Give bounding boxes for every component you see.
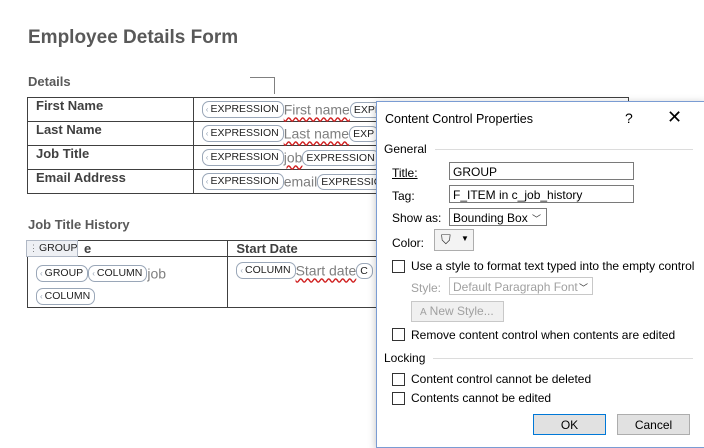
chevron-down-icon[interactable]: ﹀ <box>532 212 541 225</box>
tag-label: Tag: <box>392 189 415 203</box>
group-title-tag[interactable]: ⋮GROUP <box>26 240 78 257</box>
remove-control-checkbox[interactable] <box>392 328 405 341</box>
last-name-placeholder[interactable]: Last name <box>284 126 349 142</box>
cannot-delete-label: Content control cannot be deleted <box>411 372 592 386</box>
general-group-label: General <box>384 142 427 156</box>
close-icon[interactable]: ✕ <box>667 107 682 128</box>
history-header-start-date: Start Date <box>236 241 298 256</box>
handle-icon: ‹ <box>40 269 43 279</box>
show-as-label: Show as: <box>392 211 442 225</box>
color-picker-button[interactable]: ⛉ ▼ <box>434 229 474 251</box>
cannot-edit-checkbox[interactable] <box>392 392 405 405</box>
handle-icon: ‹ <box>240 266 244 276</box>
chevron-down-icon[interactable]: ﹀ <box>579 281 588 294</box>
history-header-job-title: e <box>84 241 92 256</box>
expression-control[interactable]: ‹ EXPRESSION <box>201 149 284 167</box>
job-placeholder[interactable]: job <box>284 150 303 166</box>
start-date-placeholder[interactable]: Start date <box>296 263 357 279</box>
expression-control[interactable]: ‹ EXPRESSION <box>201 173 284 191</box>
document-title: Employee Details Form <box>28 27 239 48</box>
first-name-label: First Name <box>36 98 104 113</box>
history-table: e Start Date ‹ GROUP ‹ COLUMN job ‹ COLUMN ‹ C… <box>26 240 379 308</box>
column-control[interactable]: ‹ COLUMN <box>88 265 148 283</box>
locking-group-label: Locking <box>384 351 426 365</box>
job-title-label: Job Title <box>36 146 90 161</box>
cannot-delete-checkbox[interactable] <box>392 373 405 386</box>
column-control[interactable]: ‹ COLUMN <box>236 262 296 280</box>
use-style-checkbox[interactable] <box>392 260 405 273</box>
paint-bucket-icon: ⛉ <box>441 232 451 247</box>
table-row: ‹ GROUP ‹ COLUMN job ‹ COLUMN ‹ COLUMN Start da… <box>26 256 379 308</box>
color-label: Color: <box>392 236 425 250</box>
style-label: Style: <box>411 281 442 295</box>
paragraph-marker <box>250 77 275 94</box>
first-name-placeholder[interactable]: First name <box>284 102 350 118</box>
divider <box>435 149 693 150</box>
cannot-edit-label: Contents cannot be edited <box>411 391 552 405</box>
expression-control[interactable]: ‹ EXPRESSION <box>201 101 284 119</box>
new-style-button[interactable]: A New Style... <box>411 301 504 322</box>
handle-icon: ‹ <box>205 153 209 163</box>
expression-control[interactable]: EXPRESSION <box>302 149 380 166</box>
details-heading: Details <box>28 74 71 89</box>
title-label: Title: <box>392 166 418 180</box>
job-history-placeholder[interactable]: job <box>147 266 166 282</box>
style-select[interactable]: Default Paragraph Font <box>449 277 593 295</box>
handle-icon: ‹ <box>205 105 209 115</box>
expression-control[interactable]: EXP <box>349 125 380 142</box>
email-address-label: Email Address <box>36 170 126 185</box>
remove-control-label: Remove content control when contents are… <box>411 328 676 342</box>
cancel-button[interactable]: Cancel <box>617 414 690 435</box>
expression-control[interactable]: ‹ EXPRESSION <box>201 125 284 143</box>
table-row: e Start Date <box>26 240 379 257</box>
email-placeholder[interactable]: email <box>284 174 317 190</box>
use-style-label: Use a style to format text typed into th… <box>411 259 695 273</box>
dialog-title: Content Control Properties <box>385 112 533 126</box>
help-icon[interactable]: ? <box>625 110 633 126</box>
content-control-properties-dialog: Content Control Properties ? ✕ General T… <box>376 101 704 448</box>
new-style-icon: A <box>420 307 427 318</box>
column-control[interactable]: C <box>356 262 373 279</box>
ok-button[interactable]: OK <box>533 414 606 435</box>
group-control[interactable]: ‹ GROUP <box>36 265 89 283</box>
last-name-label: Last Name <box>36 122 102 137</box>
handle-icon: ‹ <box>205 177 209 187</box>
handle-icon: ‹ <box>40 291 43 301</box>
dropdown-arrow-icon: ▼ <box>461 234 469 243</box>
handle-icon: ‹ <box>92 269 95 279</box>
tag-input[interactable]: F_ITEM in c_job_history <box>449 185 634 203</box>
grip-icon: ⋮ <box>29 243 38 253</box>
title-input[interactable]: GROUP <box>449 162 634 180</box>
column-control[interactable]: ‹ COLUMN <box>36 287 96 305</box>
handle-icon: ‹ <box>205 129 209 139</box>
divider <box>433 358 693 359</box>
history-heading: Job Title History <box>28 217 130 232</box>
